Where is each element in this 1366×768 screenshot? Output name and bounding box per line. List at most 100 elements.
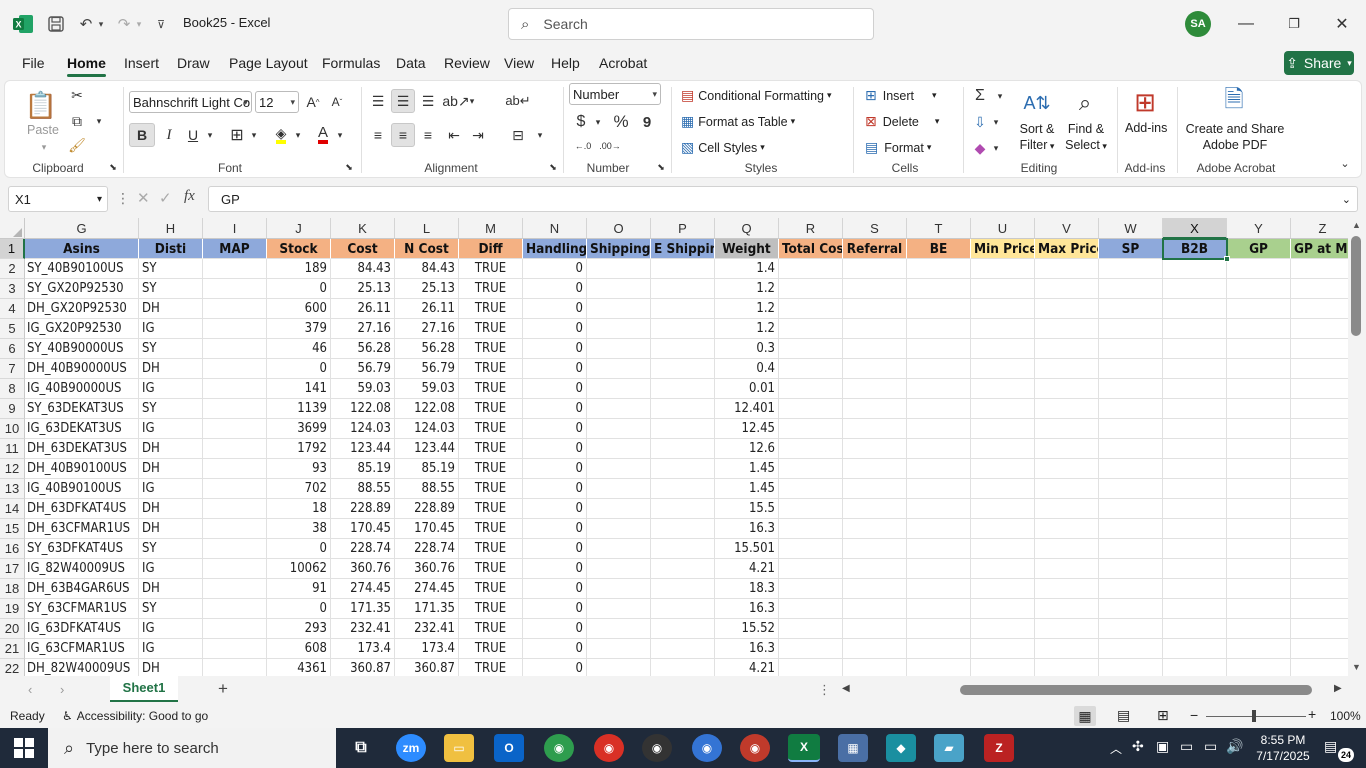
cell-z2[interactable] (1291, 259, 1348, 279)
cell-w11[interactable] (1099, 439, 1163, 459)
cell-y4[interactable] (1227, 299, 1291, 319)
cell-g3[interactable]: SY_GX20P92530 (25, 279, 139, 299)
cell-i10[interactable] (203, 419, 267, 439)
cell-l18[interactable]: 274.45 (395, 579, 459, 599)
cell-m11[interactable]: TRUE (459, 439, 523, 459)
cell-z10[interactable] (1291, 419, 1348, 439)
cell-z19[interactable] (1291, 599, 1348, 619)
delete-cells-button[interactable]: ⊠ Delete ▾ (865, 113, 939, 130)
column-header-j[interactable]: J (267, 218, 331, 239)
cell-o10[interactable] (587, 419, 651, 439)
cell-q10[interactable]: 12.45 (715, 419, 779, 439)
cell-v12[interactable] (1035, 459, 1099, 479)
cell-t13[interactable] (907, 479, 971, 499)
cell-o11[interactable] (587, 439, 651, 459)
header-cell-w[interactable]: SP (1099, 239, 1163, 259)
font-name-combo[interactable]: Bahnschrift Light Co ▾ (129, 91, 252, 113)
expand-formula-icon[interactable]: ⌄ (1342, 193, 1351, 206)
cell-u8[interactable] (971, 379, 1035, 399)
align-center-icon[interactable]: ≡ (391, 123, 415, 147)
row-header[interactable]: 8 (0, 379, 25, 399)
copy-icon[interactable]: ⧉ (67, 111, 87, 131)
cell-h7[interactable]: DH (139, 359, 203, 379)
cell-w10[interactable] (1099, 419, 1163, 439)
cell-l15[interactable]: 170.45 (395, 519, 459, 539)
cell-x13[interactable] (1163, 479, 1227, 499)
cell-v9[interactable] (1035, 399, 1099, 419)
merge-center-icon[interactable]: ⊟ (507, 123, 529, 147)
tab-insert[interactable]: Insert (124, 55, 159, 71)
chrome-profile-3-icon[interactable]: ◉ (642, 734, 672, 762)
undo-icon[interactable]: ↶ (76, 13, 96, 35)
percent-button[interactable]: % (611, 111, 631, 133)
cell-i5[interactable] (203, 319, 267, 339)
zoom-level[interactable]: 100% (1330, 709, 1361, 723)
cell-s4[interactable] (843, 299, 907, 319)
show-hidden-icons-icon[interactable]: ︿ (1110, 740, 1122, 757)
cell-s9[interactable] (843, 399, 907, 419)
cell-v13[interactable] (1035, 479, 1099, 499)
cell-g20[interactable]: IG_63DFKAT4US (25, 619, 139, 639)
cell-m16[interactable]: TRUE (459, 539, 523, 559)
cell-y9[interactable] (1227, 399, 1291, 419)
fill-handle[interactable] (1224, 256, 1230, 262)
cell-p6[interactable] (651, 339, 715, 359)
cell-s19[interactable] (843, 599, 907, 619)
cell-g6[interactable]: SY_40B90000US (25, 339, 139, 359)
column-header-v[interactable]: V (1035, 218, 1099, 239)
cell-k6[interactable]: 56.28 (331, 339, 395, 359)
comma-style-button[interactable]: 9 (639, 111, 655, 133)
cell-n22[interactable]: 0 (523, 659, 587, 676)
cell-n7[interactable]: 0 (523, 359, 587, 379)
format-painter-icon[interactable]: 🖌 (67, 135, 87, 155)
zoom-slider-thumb[interactable] (1252, 710, 1256, 722)
cell-y3[interactable] (1227, 279, 1291, 299)
cell-m4[interactable]: TRUE (459, 299, 523, 319)
row-header[interactable]: 17 (0, 559, 25, 579)
cell-i11[interactable] (203, 439, 267, 459)
cell-t4[interactable] (907, 299, 971, 319)
conditional-formatting-button[interactable]: ▤ Conditional Formatting ▾ (681, 87, 832, 104)
cell-o12[interactable] (587, 459, 651, 479)
number-launcher-icon[interactable]: ⬊ (655, 161, 667, 173)
cell-i8[interactable] (203, 379, 267, 399)
cell-n17[interactable]: 0 (523, 559, 587, 579)
cell-x16[interactable] (1163, 539, 1227, 559)
cell-s17[interactable] (843, 559, 907, 579)
header-cell-t[interactable]: BE (907, 239, 971, 259)
row-header[interactable]: 10 (0, 419, 25, 439)
cell-j22[interactable]: 4361 (267, 659, 331, 676)
align-middle-icon[interactable]: ☰ (391, 89, 415, 113)
cell-x14[interactable] (1163, 499, 1227, 519)
tab-view[interactable]: View (504, 55, 534, 71)
cut-icon[interactable]: ✂ (67, 85, 87, 105)
cell-i12[interactable] (203, 459, 267, 479)
cell-y13[interactable] (1227, 479, 1291, 499)
cell-g19[interactable]: SY_63CFMAR1US (25, 599, 139, 619)
cell-x22[interactable] (1163, 659, 1227, 676)
column-header-k[interactable]: K (331, 218, 395, 239)
cell-s10[interactable] (843, 419, 907, 439)
row-header[interactable]: 13 (0, 479, 25, 499)
header-cell-g[interactable]: Asins (25, 239, 139, 259)
cell-z3[interactable] (1291, 279, 1348, 299)
fill-color-icon[interactable]: ◈ (271, 123, 291, 147)
font-color-dropdown-icon[interactable]: ▾ (335, 123, 345, 147)
cell-r22[interactable] (779, 659, 843, 676)
cell-j5[interactable]: 379 (267, 319, 331, 339)
cell-o19[interactable] (587, 599, 651, 619)
cell-v19[interactable] (1035, 599, 1099, 619)
cell-z9[interactable] (1291, 399, 1348, 419)
cell-i21[interactable] (203, 639, 267, 659)
undo-dropdown-icon[interactable]: ▾ (96, 13, 106, 35)
row-header[interactable]: 20 (0, 619, 25, 639)
zoom-in-icon[interactable]: + (1308, 706, 1316, 722)
row-header[interactable]: 14 (0, 499, 25, 519)
underline-button[interactable]: U (183, 123, 203, 147)
row-header[interactable]: 2 (0, 259, 25, 279)
cell-l9[interactable]: 122.08 (395, 399, 459, 419)
cell-n19[interactable]: 0 (523, 599, 587, 619)
cell-x5[interactable] (1163, 319, 1227, 339)
header-cell-r[interactable]: Total Cost (779, 239, 843, 259)
cell-k16[interactable]: 228.74 (331, 539, 395, 559)
